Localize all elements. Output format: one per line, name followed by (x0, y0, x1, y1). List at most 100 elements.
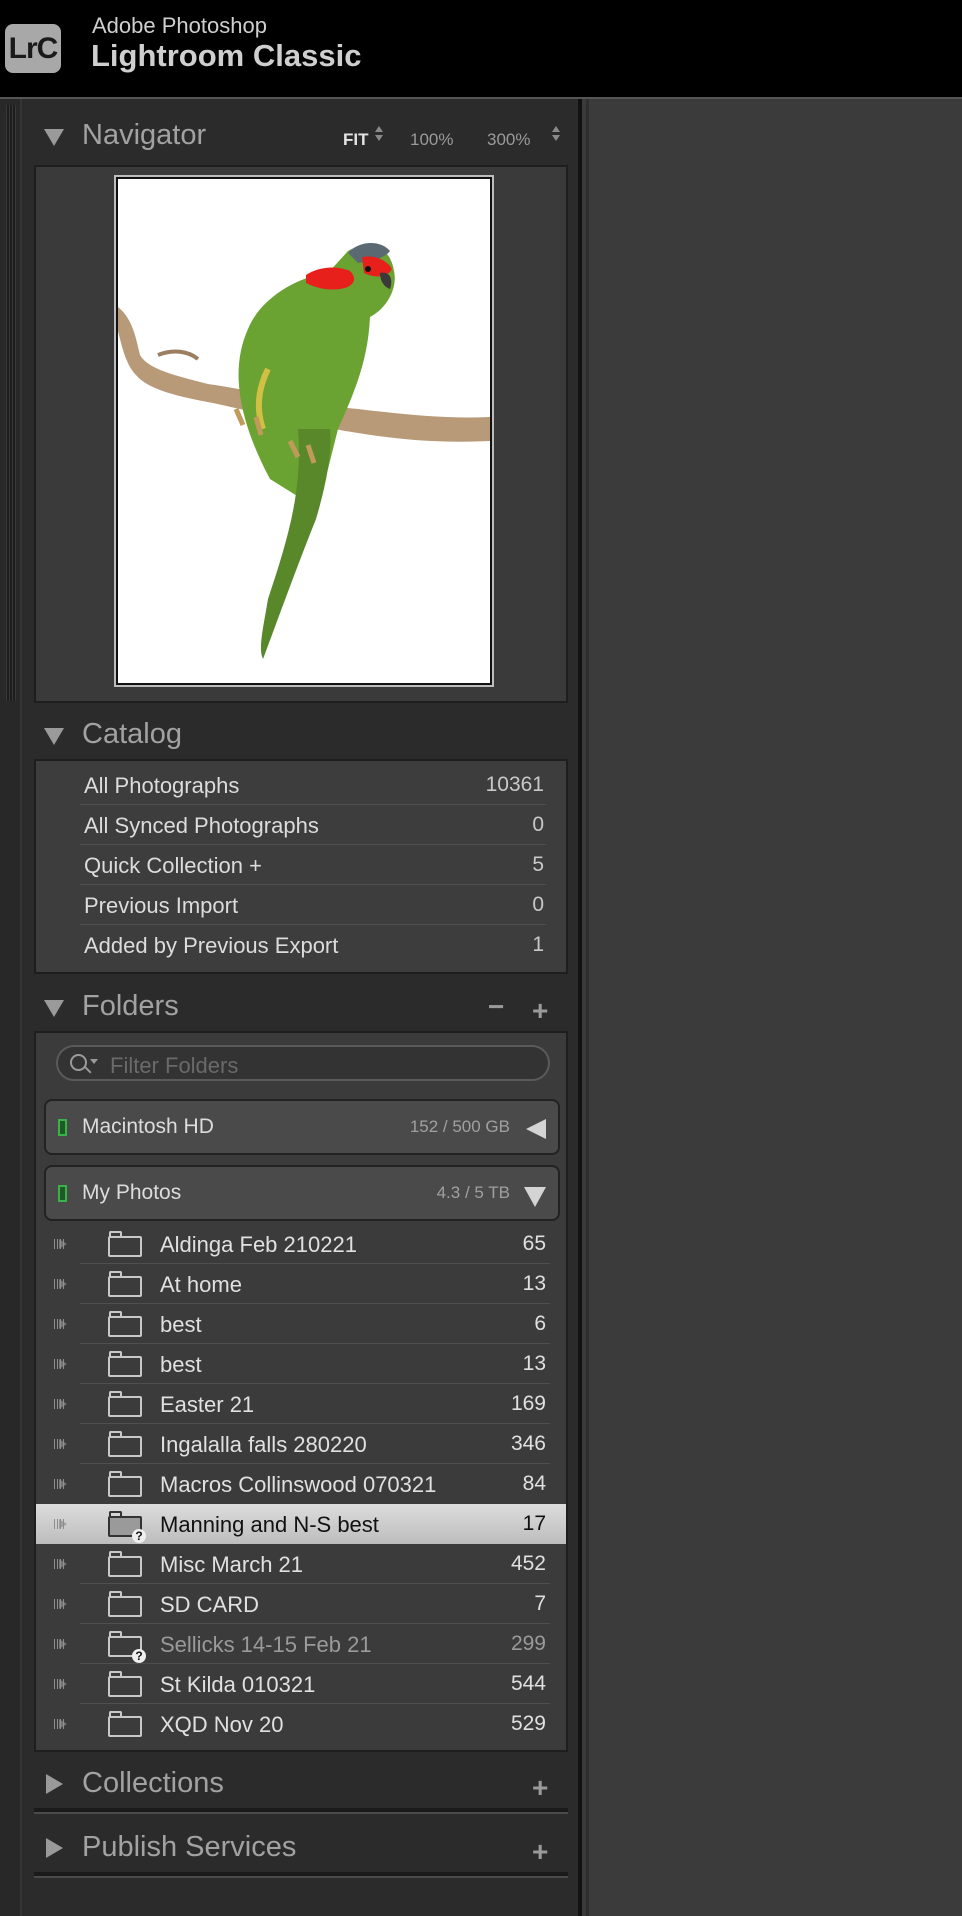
disclosure-icon[interactable] (54, 1679, 67, 1689)
folder-row[interactable]: best 6 (36, 1304, 566, 1344)
folder-count: 17 (522, 1512, 546, 1535)
disclosure-icon[interactable] (54, 1599, 67, 1609)
expand-arrow-left-icon[interactable] (526, 1119, 546, 1139)
disclosure-icon[interactable] (54, 1479, 67, 1489)
vendor-name: Adobe Photoshop (92, 13, 267, 38)
navigator-title: Navigator (82, 119, 207, 151)
folder-row[interactable]: At home 13 (36, 1264, 566, 1304)
add-publish-service-button[interactable]: + (532, 1836, 548, 1868)
catalog-item-label: Previous Import (84, 893, 239, 918)
volume-status-icon (58, 1119, 67, 1136)
main-view-area (582, 99, 962, 1916)
folder-name: Macros Collinswood 070321 (160, 1472, 437, 1497)
disclosure-icon[interactable] (54, 1399, 67, 1409)
folder-row[interactable]: St Kilda 010321 544 (36, 1664, 566, 1704)
folders-title: Folders (82, 990, 179, 1022)
folder-row[interactable]: SD CARD 7 (36, 1584, 566, 1624)
disclosure-icon[interactable] (54, 1639, 67, 1649)
disclosure-icon[interactable] (54, 1239, 67, 1249)
navigator-header[interactable]: Navigator FIT 100% 300% (34, 116, 568, 156)
folder-row[interactable]: XQD Nov 20 529 (36, 1704, 566, 1744)
folder-icon (108, 1391, 142, 1417)
catalog-item-label: All Photographs (84, 773, 240, 798)
catalog-item-label: Quick Collection + (84, 853, 262, 878)
catalog-item-count: 10361 (485, 773, 544, 796)
expand-triangle-icon[interactable] (46, 1838, 63, 1858)
catalog-item[interactable]: All Photographs 10361 (36, 765, 566, 805)
search-icon[interactable] (70, 1054, 87, 1071)
folder-count: 7 (534, 1592, 546, 1615)
folder-count: 452 (510, 1552, 546, 1575)
catalog-item-count: 5 (532, 853, 544, 876)
folder-count: 6 (534, 1312, 546, 1335)
folder-icon (108, 1551, 142, 1577)
folder-name: best (160, 1352, 202, 1377)
chevron-down-icon[interactable] (90, 1059, 98, 1064)
folder-name: Aldinga Feb 210221 (160, 1232, 357, 1257)
folders-panel: Filter Folders Macintosh HD 152 / 500 GB… (34, 1031, 568, 1752)
left-edge-handle[interactable] (0, 99, 20, 1916)
folder-count: 299 (510, 1632, 546, 1655)
publish-services-header[interactable]: Publish Services + (34, 1828, 568, 1868)
navigator-photo[interactable] (114, 175, 494, 687)
catalog-item[interactable]: Added by Previous Export 1 (36, 925, 566, 965)
folder-icon (108, 1311, 142, 1337)
folder-row[interactable]: Easter 21 169 (36, 1384, 566, 1424)
folder-icon (108, 1231, 142, 1257)
fit-options-updown-icon[interactable] (375, 125, 383, 143)
filter-folders-input[interactable]: Filter Folders (110, 1053, 238, 1079)
lrc-logo: LrC (5, 24, 61, 73)
folder-name: XQD Nov 20 (160, 1712, 284, 1737)
folder-row[interactable]: ? Sellicks 14-15 Feb 21 299 (36, 1624, 566, 1664)
filter-folders-search[interactable]: Filter Folders (56, 1045, 550, 1081)
collapse-arrow-down-icon[interactable] (524, 1187, 546, 1207)
navigator-preview (34, 165, 568, 703)
zoom-options-updown-icon[interactable] (552, 125, 560, 143)
folder-row[interactable]: Misc March 21 452 (36, 1544, 566, 1584)
folder-name: best (160, 1312, 202, 1337)
folders-header[interactable]: Folders − + (34, 987, 568, 1027)
collections-header[interactable]: Collections + (34, 1764, 568, 1804)
zoom-100-button[interactable]: 100% (410, 130, 453, 150)
folder-row-selected[interactable]: ? Manning and N-S best 17 (36, 1504, 566, 1544)
disclosure-icon[interactable] (54, 1519, 67, 1529)
disclosure-icon[interactable] (54, 1559, 67, 1569)
disclosure-icon[interactable] (54, 1439, 67, 1449)
volume-size: 152 / 500 GB (409, 1117, 510, 1136)
panel-grip[interactable] (6, 105, 16, 701)
remove-folder-button[interactable]: − (488, 991, 504, 1023)
volume-my-photos[interactable]: My Photos 4.3 / 5 TB (44, 1165, 560, 1221)
folder-icon (108, 1431, 142, 1457)
folder-row[interactable]: Macros Collinswood 070321 84 (36, 1464, 566, 1504)
zoom-fit-button[interactable]: FIT (343, 130, 369, 150)
collapse-triangle-icon[interactable] (44, 129, 64, 146)
volume-name: My Photos (82, 1181, 182, 1204)
folder-row[interactable]: Aldinga Feb 210221 65 (36, 1224, 566, 1264)
collapse-triangle-icon[interactable] (44, 1000, 64, 1017)
folder-row[interactable]: Ingalalla falls 280220 346 (36, 1424, 566, 1464)
bird-on-branch-photo (118, 242, 490, 659)
catalog-item[interactable]: Quick Collection + 5 (36, 845, 566, 885)
folder-count: 84 (522, 1472, 546, 1495)
catalog-header[interactable]: Catalog (34, 715, 568, 755)
collapse-triangle-icon[interactable] (44, 728, 64, 745)
zoom-300-button[interactable]: 300% (487, 130, 530, 150)
add-folder-button[interactable]: + (532, 995, 548, 1027)
expand-triangle-icon[interactable] (46, 1774, 63, 1794)
add-collection-button[interactable]: + (532, 1772, 548, 1804)
folder-count: 529 (510, 1712, 546, 1735)
disclosure-icon[interactable] (54, 1279, 67, 1289)
catalog-item-count: 1 (532, 933, 544, 956)
folder-icon (108, 1271, 142, 1297)
volume-macintosh-hd[interactable]: Macintosh HD 152 / 500 GB (44, 1099, 560, 1155)
disclosure-icon[interactable] (54, 1319, 67, 1329)
catalog-list: All Photographs 10361 All Synced Photogr… (34, 759, 568, 974)
disclosure-icon[interactable] (54, 1359, 67, 1369)
title-bar: LrC Adobe Photoshop Lightroom Classic (0, 0, 962, 99)
catalog-item[interactable]: Previous Import 0 (36, 885, 566, 925)
folder-name: Ingalalla falls 280220 (160, 1432, 367, 1457)
disclosure-icon[interactable] (54, 1719, 67, 1729)
folder-row[interactable]: best 13 (36, 1344, 566, 1384)
catalog-item[interactable]: All Synced Photographs 0 (36, 805, 566, 845)
folder-count: 65 (522, 1232, 546, 1255)
